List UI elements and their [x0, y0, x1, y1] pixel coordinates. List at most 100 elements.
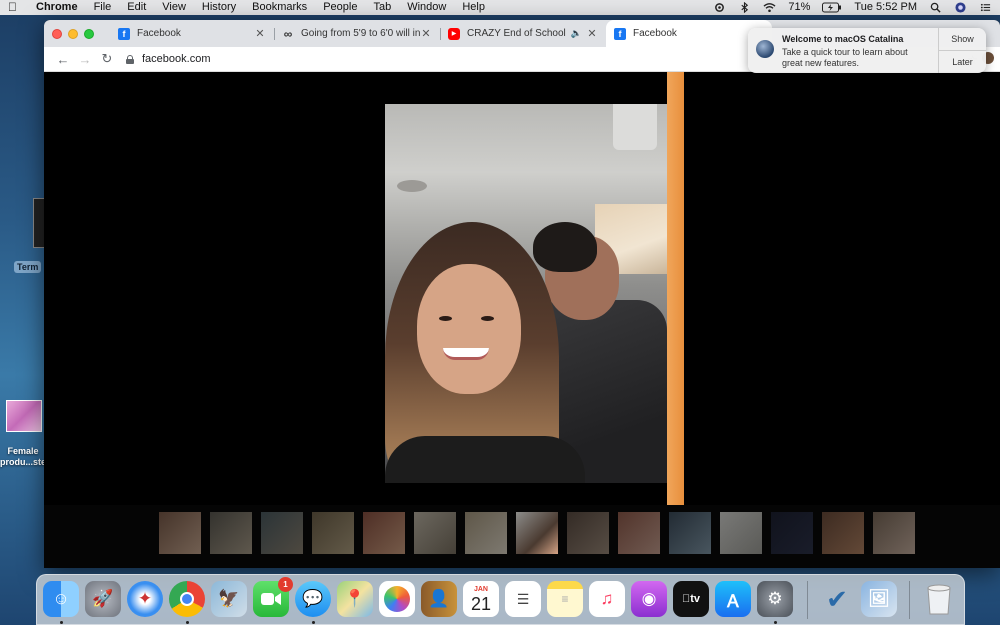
preview-icon[interactable]: 🦅	[211, 581, 247, 617]
safari-icon[interactable]: ✦	[127, 581, 163, 617]
filmstrip-thumbnail[interactable]	[465, 512, 507, 554]
dock: ☺ 🚀 ✦ 🦅 1 💬 📍 👤 JAN 21 ☰ ≡ ♫ ◉ tv Ａ ⚙ ✔…	[36, 574, 965, 625]
messages-icon[interactable]: 💬	[295, 581, 331, 617]
bluetooth-icon[interactable]	[738, 2, 751, 13]
macos-catalina-notification[interactable]: Welcome to macOS Catalina Take a quick t…	[748, 28, 986, 73]
lock-icon[interactable]	[126, 54, 134, 64]
calendar-day: 21	[470, 593, 492, 614]
filmstrip-thumbnail[interactable]	[261, 512, 303, 554]
desktop-icon-female-product[interactable]: Female produ...ste	[0, 400, 46, 468]
system-preferences-icon[interactable]: ⚙	[757, 581, 793, 617]
filmstrip-thumbnail[interactable]	[822, 512, 864, 554]
menu-help[interactable]: Help	[462, 0, 485, 15]
apple-menu-icon[interactable]: 	[8, 0, 22, 15]
catalina-app-icon	[756, 40, 774, 58]
notification-show-button[interactable]: Show	[939, 28, 986, 50]
running-indicator	[312, 621, 315, 624]
photo-woman-eye	[439, 316, 452, 321]
menubar-clock[interactable]: Tue 5:52 PM	[854, 0, 917, 15]
finder-icon[interactable]: ☺	[43, 581, 79, 617]
notification-body: Welcome to macOS Catalina Take a quick t…	[782, 28, 938, 73]
tab-youtube-party[interactable]: ▶ CRAZY End of School Party! 🔈 ✕	[440, 20, 606, 47]
filmstrip-thumbnail-active[interactable]	[516, 512, 558, 554]
menu-bookmarks[interactable]: Bookmarks	[252, 0, 307, 15]
main-photo[interactable]	[385, 104, 667, 483]
contacts-icon[interactable]: 👤	[421, 581, 457, 617]
photos-icon[interactable]	[379, 581, 415, 617]
maps-icon[interactable]: 📍	[337, 581, 373, 617]
url-text[interactable]: facebook.com	[142, 53, 210, 65]
menu-people[interactable]: People	[323, 0, 357, 15]
podcasts-icon[interactable]: ◉	[631, 581, 667, 617]
photo-viewer	[44, 72, 1000, 568]
running-indicator	[186, 621, 189, 624]
menu-app-chrome[interactable]: Chrome	[36, 0, 78, 15]
filmstrip-thumbnail[interactable]	[312, 512, 354, 554]
close-tab-icon[interactable]: ✕	[586, 27, 598, 40]
launchpad-icon[interactable]: 🚀	[85, 581, 121, 617]
apple-tv-logo-icon: 	[682, 593, 690, 605]
fullscreen-window-button[interactable]	[84, 28, 94, 39]
menu-history[interactable]: History	[202, 0, 236, 15]
desktop-icon-label: Term	[14, 261, 42, 273]
wifi-icon[interactable]	[763, 2, 776, 13]
minimize-window-button[interactable]	[68, 28, 78, 39]
spotlight-search-icon[interactable]	[929, 2, 942, 13]
image-stack-icon[interactable]: 🖼	[861, 581, 897, 617]
desktop-icon-label-line2: produ...ste	[0, 457, 47, 467]
audio-playing-icon[interactable]: 🔈	[571, 28, 582, 39]
menu-tab[interactable]: Tab	[373, 0, 391, 15]
facetime-badge: 1	[278, 577, 293, 592]
trash-can-icon	[927, 584, 951, 615]
filmstrip-thumbnail[interactable]	[159, 512, 201, 554]
photo-woman-face	[417, 264, 521, 394]
calendar-icon[interactable]: JAN 21	[463, 581, 499, 617]
menu-edit[interactable]: Edit	[127, 0, 146, 15]
youtube-icon: ▶	[448, 27, 460, 40]
close-tab-icon[interactable]: ✕	[420, 27, 432, 40]
battery-charging-icon[interactable]	[822, 2, 842, 13]
photo-woman-smile	[443, 348, 489, 360]
close-window-button[interactable]	[52, 28, 62, 39]
chrome-icon[interactable]	[169, 581, 205, 617]
filmstrip-thumbnail[interactable]	[669, 512, 711, 554]
facebook-icon: f	[614, 27, 626, 40]
tab-height-article[interactable]: ∞ Going from 5'9 to 6'0 will increa ✕	[274, 20, 440, 47]
photo-sidebar-accent	[667, 72, 684, 505]
notes-icon[interactable]: ≡	[547, 581, 583, 617]
menu-window[interactable]: Window	[407, 0, 446, 15]
filmstrip-thumbnail[interactable]	[618, 512, 660, 554]
address-bar[interactable]: facebook.com	[126, 53, 210, 65]
menu-file[interactable]: File	[94, 0, 112, 15]
gear-status-icon[interactable]	[713, 2, 726, 13]
tab-facebook-1[interactable]: f Facebook ✕	[110, 20, 274, 47]
music-icon[interactable]: ♫	[589, 581, 625, 617]
trash-icon[interactable]	[921, 581, 957, 617]
reload-icon[interactable]: ↻	[96, 51, 118, 67]
filmstrip-thumbnail[interactable]	[771, 512, 813, 554]
notification-center-icon[interactable]	[979, 2, 992, 13]
photo-filmstrip	[44, 505, 1000, 568]
filmstrip-thumbnail[interactable]	[363, 512, 405, 554]
filmstrip-thumbnail[interactable]	[210, 512, 252, 554]
forward-arrow-icon[interactable]: →	[74, 52, 96, 67]
close-tab-icon[interactable]: ✕	[254, 27, 266, 40]
app-store-icon[interactable]: Ａ	[715, 581, 751, 617]
filmstrip-thumbnail[interactable]	[414, 512, 456, 554]
battery-percent[interactable]: 71%	[788, 0, 810, 15]
reminders-icon[interactable]: ☰	[505, 581, 541, 617]
downloads-stack-icon[interactable]: ✔	[819, 581, 855, 617]
back-arrow-icon[interactable]: ←	[52, 52, 74, 67]
running-indicator	[774, 621, 777, 624]
facebook-icon: f	[118, 27, 130, 40]
menu-view[interactable]: View	[162, 0, 186, 15]
facetime-icon[interactable]: 1	[253, 577, 293, 617]
notification-later-button[interactable]: Later	[939, 50, 986, 73]
apple-tv-icon[interactable]: tv	[673, 581, 709, 617]
facetime-camera-icon	[261, 593, 281, 605]
filmstrip-thumbnail[interactable]	[873, 512, 915, 554]
user-avatar-icon[interactable]	[954, 2, 967, 13]
running-indicator	[60, 621, 63, 624]
filmstrip-thumbnail[interactable]	[567, 512, 609, 554]
filmstrip-thumbnail[interactable]	[720, 512, 762, 554]
